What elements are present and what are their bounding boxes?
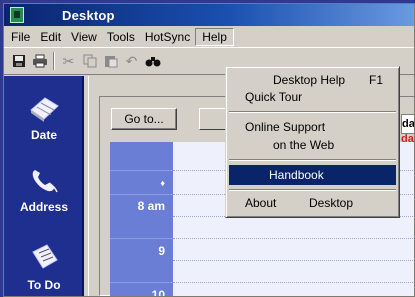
sidebar-label-address: Address xyxy=(19,200,69,214)
goto-button[interactable]: Go to... xyxy=(111,108,177,130)
undo-icon[interactable]: ↶ xyxy=(121,51,142,71)
app-window: Desktop File Edit View Tools HotSync Hel… xyxy=(3,3,415,297)
menu-view[interactable]: View xyxy=(66,28,102,46)
menu-handbook[interactable]: Handbook xyxy=(229,165,396,185)
menu-quick-tour[interactable]: Quick Tour xyxy=(229,87,396,107)
day-view-tab[interactable]: day xyxy=(401,114,414,134)
checklist-icon xyxy=(27,242,61,274)
all-day-marker[interactable]: ♦ xyxy=(110,170,173,194)
phone-icon xyxy=(27,164,61,196)
sidebar-label-date: Date xyxy=(30,128,57,142)
save-icon[interactable] xyxy=(8,51,29,71)
online-support-label: Online Support xyxy=(245,120,326,134)
sidebar-label-todo: To Do xyxy=(27,278,61,292)
menu-help[interactable]: Help xyxy=(195,27,234,46)
online-support-label-2: on the Web xyxy=(273,138,335,152)
copy-icon[interactable] xyxy=(79,51,100,71)
help-menu-dropdown: Desktop Help F1 Quick Tour Online Suppor… xyxy=(225,66,400,218)
grid-line xyxy=(173,238,414,239)
time-slot-10[interactable]: 10 xyxy=(110,282,173,296)
menu-hotsync[interactable]: HotSync xyxy=(140,28,195,46)
menu-tools[interactable]: Tools xyxy=(102,28,140,46)
menu-bar: File Edit View Tools HotSync Help xyxy=(4,26,414,47)
paste-icon[interactable] xyxy=(100,51,121,71)
time-slot-8am[interactable]: 8 am xyxy=(110,194,173,238)
title-bar[interactable]: Desktop xyxy=(4,4,414,26)
menu-online-support[interactable]: Online Support on the Web xyxy=(229,117,396,155)
print-icon[interactable] xyxy=(29,51,50,71)
palm-app-icon[interactable] xyxy=(10,7,24,23)
sidebar-item-date[interactable]: Date xyxy=(12,92,76,142)
grid-line xyxy=(173,282,414,283)
window-title: Desktop xyxy=(62,7,115,23)
menu-separator xyxy=(229,189,396,191)
app-sidebar: Date Address To Do xyxy=(4,76,84,296)
sidebar-item-todo[interactable]: To Do xyxy=(12,242,76,292)
menu-edit[interactable]: Edit xyxy=(35,28,66,46)
calendar-icon xyxy=(27,92,61,124)
sidebar-item-address[interactable]: Address xyxy=(12,164,76,214)
goto-button-label: Go to... xyxy=(124,112,164,126)
about-label: About xyxy=(245,196,277,210)
menu-about-desktop[interactable]: About Desktop xyxy=(229,193,396,213)
day-label-red: day xyxy=(401,134,414,144)
grid-line xyxy=(173,260,414,261)
toolbar-separator xyxy=(53,52,55,70)
find-icon[interactable] xyxy=(142,51,163,71)
handbook-label: Handbook xyxy=(269,168,324,182)
time-slot-9[interactable]: 9 xyxy=(110,238,173,282)
menu-separator xyxy=(229,111,396,113)
time-column: ♦ 8 am 9 10 xyxy=(110,142,173,296)
menu-file[interactable]: File xyxy=(6,28,35,46)
about-target-label: Desktop xyxy=(309,196,354,210)
cut-icon[interactable]: ✂ xyxy=(58,51,79,71)
quick-tour-label: Quick Tour xyxy=(245,90,303,104)
menu-separator xyxy=(229,159,396,161)
